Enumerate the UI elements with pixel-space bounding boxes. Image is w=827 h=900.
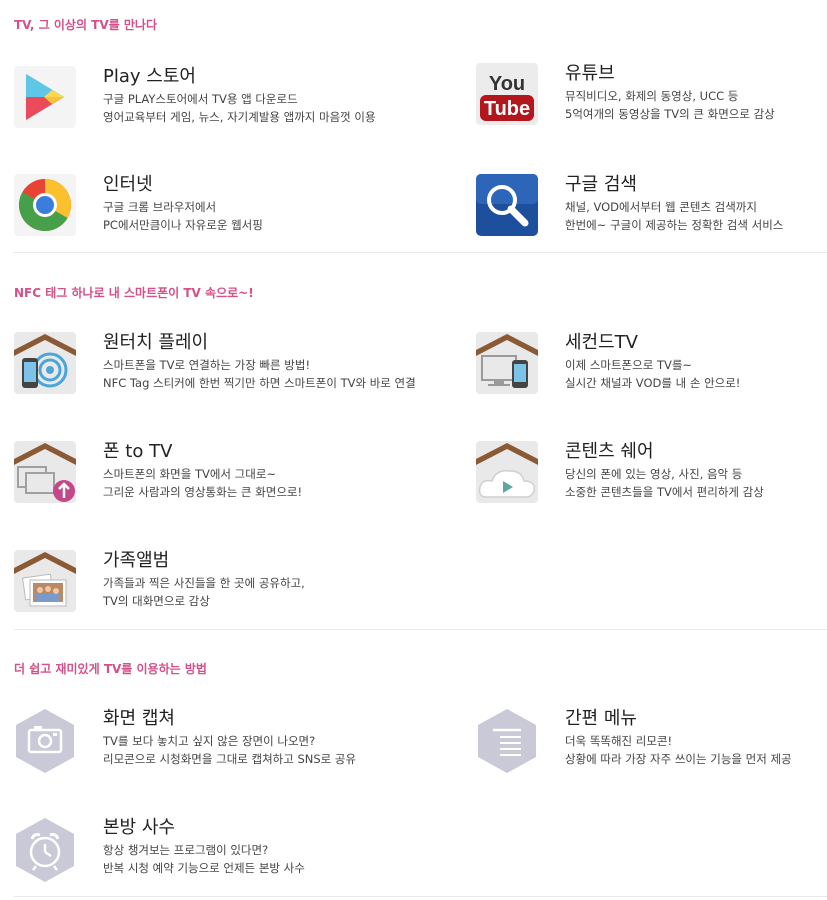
feature-family-album[interactable]: 가족앨범 가족들과 찍은 사진들을 한 곳에 공유하고, TV의 대화면으로 감…	[14, 550, 374, 630]
feature-title: 유튜브	[565, 63, 615, 84]
feature-live-watch[interactable]: 본방 사수 항상 챙겨보는 프로그램이 있다면? 반복 시청 예약 기능으로 언…	[14, 817, 374, 897]
alarm-clock-icon	[14, 817, 76, 882]
feature-desc-2: 소중한 콘텐츠들을 TV에서 편리하게 감상	[565, 485, 764, 499]
menu-lines-icon	[476, 708, 538, 773]
feature-title: 구글 검색	[565, 174, 637, 195]
divider	[14, 629, 827, 630]
feature-title: Play 스토어	[103, 66, 196, 87]
youtube-icon: You Tube	[476, 63, 538, 125]
monitor-phone-icon	[476, 332, 538, 394]
feature-desc-1: 채널, VOD에서부터 웹 콘텐츠 검색까지	[565, 200, 757, 214]
feature-desc-1: 뮤직비디오, 화제의 동영상, UCC 등	[565, 89, 739, 103]
feature-content-share[interactable]: 콘텐츠 쉐어 당신의 폰에 있는 영상, 사진, 음악 등 소중한 콘텐츠들을 …	[476, 441, 827, 521]
feature-desc-2: 영어교육부터 게임, 뉴스, 자기계발용 앱까지 마음껏 이용	[103, 110, 376, 124]
feature-desc-1: 더욱 똑똑해진 리모콘!	[565, 734, 673, 748]
feature-desc-2: 한번에~ 구글이 제공하는 정확한 검색 서비스	[565, 218, 784, 232]
feature-desc-1: 구글 크롬 브라우저에서	[103, 200, 217, 214]
section-title-easy: 더 쉽고 재미있게 TV를 이용하는 방법	[14, 662, 207, 676]
feature-screen-capture[interactable]: 화면 캡쳐 TV를 보다 놓치고 싶지 않은 장면이 나오면? 리모콘으로 시청…	[14, 708, 374, 788]
screen-upload-icon	[14, 441, 76, 503]
youtube-icon-text-you: You	[489, 73, 525, 95]
feature-desc-1: 이제 스마트폰으로 TV를~	[565, 358, 693, 372]
chrome-icon	[14, 174, 76, 236]
feature-desc-1: TV를 보다 놓치고 싶지 않은 장면이 나오면?	[103, 734, 316, 748]
youtube-icon-text-tube: Tube	[484, 98, 530, 120]
feature-one-touch-play[interactable]: 원터치 플레이 스마트폰을 TV로 연결하는 가장 빠른 방법! NFC Tag…	[14, 332, 416, 412]
feature-title: 간편 메뉴	[565, 708, 637, 729]
feature-desc-1: 구글 PLAY스토어에서 TV용 앱 다운로드	[103, 92, 298, 106]
feature-title: 화면 캡쳐	[103, 708, 175, 729]
feature-easy-menu[interactable]: 간편 메뉴 더욱 똑똑해진 리모콘! 상황에 따라 가장 자주 쓰이는 기능을 …	[476, 708, 827, 788]
feature-play-store[interactable]: Play 스토어 구글 PLAY스토어에서 TV용 앱 다운로드 영어교육부터 …	[14, 66, 376, 146]
feature-desc-2: 리모콘으로 시청화면을 그대로 캡쳐하고 SNS로 공유	[103, 752, 357, 766]
divider	[14, 252, 827, 253]
feature-title: 원터치 플레이	[103, 332, 209, 353]
divider	[14, 896, 827, 897]
feature-desc-2: 상황에 따라 가장 자주 쓰이는 기능을 먼저 제공	[565, 752, 792, 766]
section-title-tv: TV, 그 이상의 TV를 만나다	[14, 18, 157, 32]
feature-title: 폰 to TV	[103, 441, 173, 462]
feature-youtube[interactable]: You Tube 유튜브 뮤직비디오, 화제의 동영상, UCC 등 5억여개의…	[476, 63, 827, 143]
section-title-nfc: NFC 태그 하나로 내 스마트폰이 TV 속으로~!	[14, 286, 254, 300]
feature-desc-2: 그리운 사람과의 영상통화는 큰 화면으로!	[103, 485, 303, 499]
feature-desc-2: TV의 대화면으로 감상	[103, 594, 210, 608]
feature-desc-2: NFC Tag 스티커에 한번 찍기만 하면 스마트폰이 TV와 바로 연결	[103, 376, 416, 390]
feature-desc-1: 스마트폰을 TV로 연결하는 가장 빠른 방법!	[103, 358, 311, 372]
feature-phone-to-tv[interactable]: 폰 to TV 스마트폰의 화면을 TV에서 그대로~ 그리운 사람과의 영상통…	[14, 441, 374, 521]
feature-desc-2: 5억여개의 동영상을 TV의 큰 화면으로 감상	[565, 107, 775, 121]
feature-desc-2: 반복 시청 예약 기능으로 언제든 본방 사수	[103, 861, 305, 875]
feature-internet[interactable]: 인터넷 구글 크롬 브라우저에서 PC에서만큼이나 자유로운 웹서핑	[14, 174, 374, 254]
feature-desc-2: 실시간 채널과 VOD를 내 손 안으로!	[565, 376, 741, 390]
feature-desc-1: 가족들과 찍은 사진들을 한 곳에 공유하고,	[103, 576, 305, 590]
nfc-phone-icon	[14, 332, 76, 394]
feature-desc-1: 당신의 폰에 있는 영상, 사진, 음악 등	[565, 467, 743, 481]
feature-title: 콘텐츠 쉐어	[565, 441, 654, 462]
photo-album-icon	[14, 550, 76, 612]
feature-second-tv[interactable]: 세컨드TV 이제 스마트폰으로 TV를~ 실시간 채널과 VOD를 내 손 안으…	[476, 332, 827, 412]
feature-title: 본방 사수	[103, 817, 175, 838]
feature-desc-1: 항상 챙겨보는 프로그램이 있다면?	[103, 843, 269, 857]
feature-google-search[interactable]: 구글 검색 채널, VOD에서부터 웹 콘텐츠 검색까지 한번에~ 구글이 제공…	[476, 174, 827, 254]
play-store-icon	[14, 66, 76, 128]
search-icon	[476, 174, 538, 236]
cloud-play-icon	[476, 441, 538, 503]
feature-desc-1: 스마트폰의 화면을 TV에서 그대로~	[103, 467, 277, 481]
feature-desc-2: PC에서만큼이나 자유로운 웹서핑	[103, 218, 263, 232]
feature-title: 가족앨범	[103, 550, 170, 571]
feature-title: 세컨드TV	[565, 332, 638, 353]
camera-icon	[14, 708, 76, 773]
feature-title: 인터넷	[103, 174, 153, 195]
